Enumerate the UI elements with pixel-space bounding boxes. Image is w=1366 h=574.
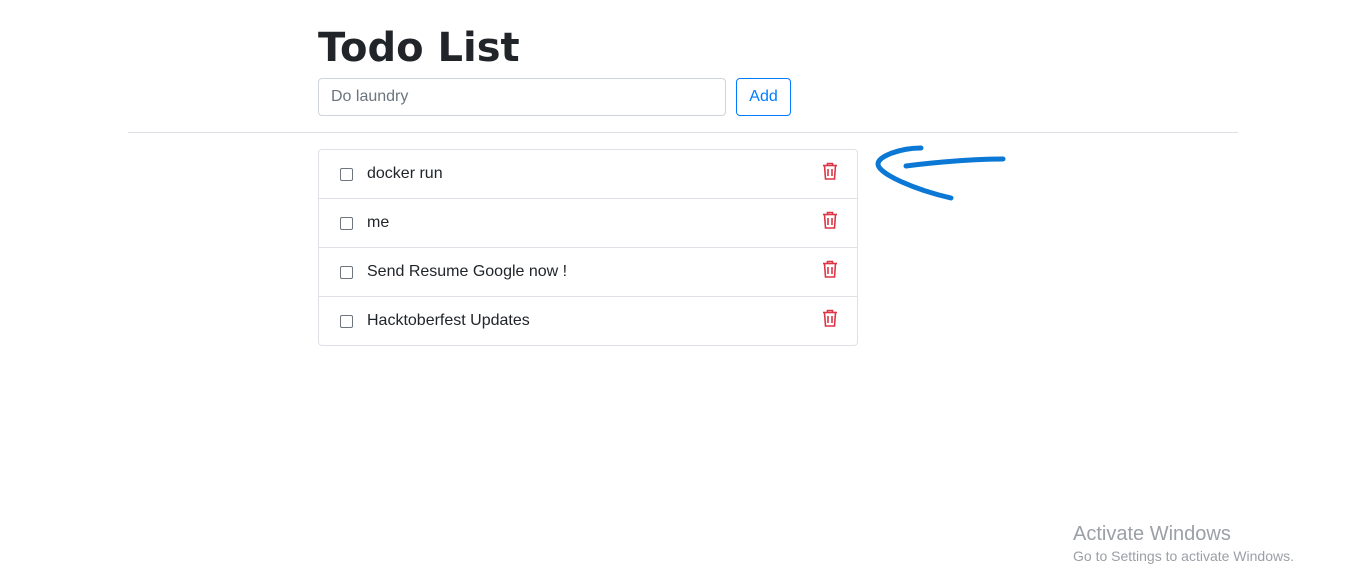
watermark-title: Activate Windows [1073, 523, 1231, 545]
hand-drawn-arrow-icon [875, 145, 1006, 201]
todo-text: me [367, 214, 390, 231]
todo-item: Send Resume Google now ! [319, 248, 857, 297]
todo-checkbox[interactable] [340, 216, 353, 230]
todo-checkbox[interactable] [340, 167, 353, 181]
todo-item: docker run [319, 150, 857, 199]
todo-input[interactable] [318, 78, 726, 116]
trash-icon[interactable] [821, 259, 839, 279]
trash-icon[interactable] [821, 308, 839, 328]
trash-icon[interactable] [821, 210, 839, 230]
todo-checkbox[interactable] [340, 314, 353, 328]
todo-item: me [319, 199, 857, 248]
page-title: Todo List [318, 25, 520, 71]
todo-checkbox[interactable] [340, 265, 353, 279]
watermark-subtitle: Go to Settings to activate Windows. [1073, 548, 1294, 564]
add-todo-form: Add [318, 78, 791, 116]
activate-windows-watermark: Activate Windows Go to Settings to activ… [1073, 522, 1294, 566]
todo-list: docker run me Send Resume Google now ! H… [318, 149, 858, 346]
todo-text: docker run [367, 165, 443, 182]
divider [128, 132, 1238, 133]
trash-icon[interactable] [821, 161, 839, 181]
todo-text: Hacktoberfest Updates [367, 312, 530, 329]
add-button[interactable]: Add [736, 78, 791, 116]
todo-text: Send Resume Google now ! [367, 263, 568, 280]
todo-item: Hacktoberfest Updates [319, 297, 857, 345]
